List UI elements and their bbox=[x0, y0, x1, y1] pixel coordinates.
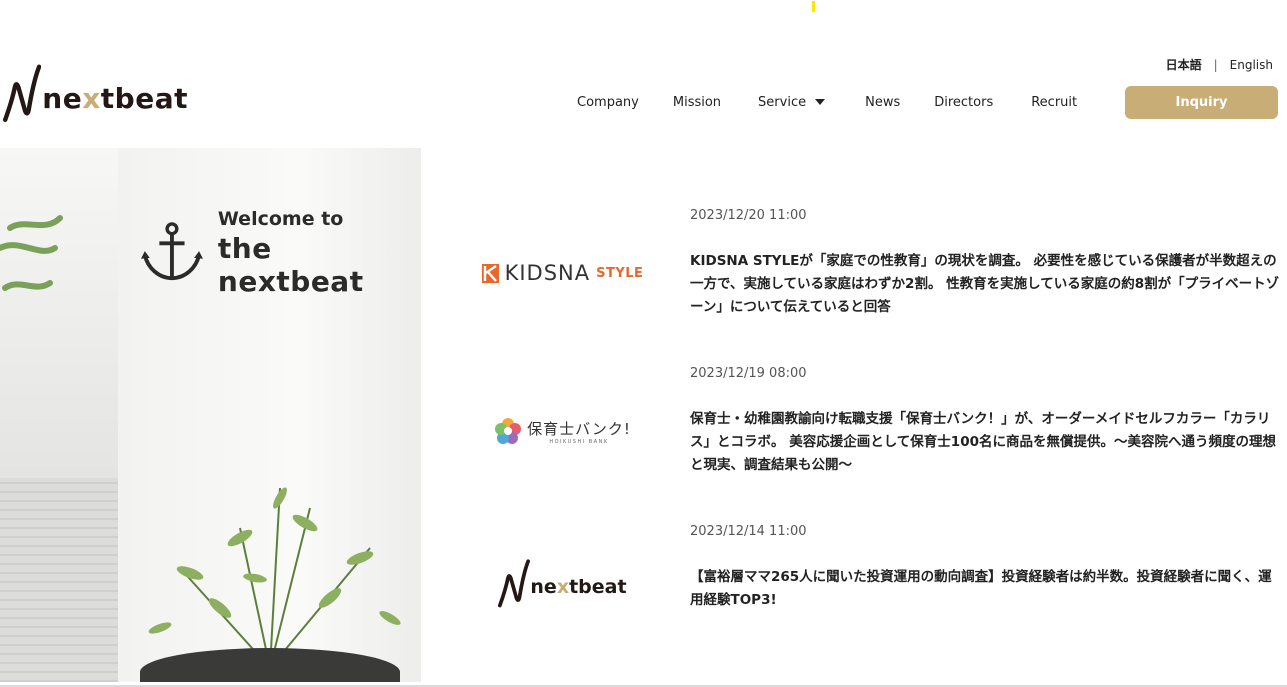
welcome-line-2: the nextbeat bbox=[217, 232, 364, 298]
language-switcher: 日本語 | English bbox=[1166, 56, 1273, 73]
news-title[interactable]: 保育士・幼稚園教諭向け転職支援「保育士バンク！」が、オーダーメイドセルフカラー「… bbox=[690, 408, 1280, 477]
anchor-icon bbox=[140, 222, 203, 281]
news-title[interactable]: 【富裕層ママ265人に聞いた投資運用の動向調査】投資経験者は約半数。投資経験者に… bbox=[690, 566, 1280, 612]
kidsna-name: KIDSNA bbox=[504, 261, 591, 285]
hero-floor bbox=[0, 478, 118, 682]
site-logo[interactable]: nextbeat bbox=[3, 54, 188, 134]
inquiry-button[interactable]: Inquiry bbox=[1125, 86, 1278, 119]
welcome-sign: Welcome to the nextbeat bbox=[140, 208, 421, 298]
news-date: 2023/12/14 11:00 bbox=[690, 524, 807, 539]
nav-news[interactable]: News bbox=[865, 95, 900, 110]
kidsna-style: STYLE bbox=[596, 265, 644, 281]
news-item[interactable]: KIDSNA STYLE 2023/12/20 11:00 KIDSNA STY… bbox=[470, 208, 1280, 338]
lang-separator: | bbox=[1213, 57, 1218, 72]
hoikushi-bank-name: 保育士バンク! bbox=[527, 419, 631, 438]
site-header: nextbeat 日本語 | English Company Mission S… bbox=[0, 0, 1287, 140]
kidsna-k-icon bbox=[481, 263, 499, 283]
chevron-down-icon bbox=[815, 99, 826, 105]
nav-service-label: Service bbox=[758, 94, 807, 110]
news-title[interactable]: KIDSNA STYLEが「家庭での性教育」の現状を調査。 必要性を感じている保… bbox=[690, 250, 1280, 319]
hero-image: Welcome to the nextbeat bbox=[0, 148, 421, 682]
news-item[interactable]: nextbeat 2023/12/14 11:00 【富裕層ママ265人に聞いた… bbox=[470, 524, 1280, 654]
logo-wordmark: nextbeat bbox=[42, 81, 188, 115]
hoikushi-bank-sub: HOIKUSHI BANK bbox=[549, 438, 609, 445]
flower-icon bbox=[495, 418, 522, 444]
lang-japanese[interactable]: 日本語 bbox=[1166, 56, 1202, 73]
welcome-line-1: Welcome to bbox=[217, 208, 344, 230]
leaf-plant-icon bbox=[0, 215, 63, 291]
lang-english[interactable]: English bbox=[1230, 58, 1273, 72]
kidsna-style-logo: KIDSNA STYLE bbox=[470, 243, 655, 303]
logo-n-mark-icon bbox=[3, 64, 42, 122]
nextbeat-wordmark: nextbeat bbox=[530, 576, 627, 598]
plant-icon bbox=[148, 487, 401, 668]
logo-n-mark-icon bbox=[498, 559, 531, 608]
nextbeat-logo: nextbeat bbox=[470, 554, 655, 614]
news-date: 2023/12/19 08:00 bbox=[690, 366, 807, 381]
nav-directors[interactable]: Directors bbox=[934, 95, 993, 110]
nav-company[interactable]: Company bbox=[577, 95, 639, 110]
nav-recruit[interactable]: Recruit bbox=[1031, 95, 1077, 110]
news-item[interactable]: 保育士バンク! HOIKUSHI BANK 2023/12/19 08:00 保… bbox=[470, 366, 1280, 496]
hoikushi-bank-logo: 保育士バンク! HOIKUSHI BANK bbox=[470, 401, 655, 461]
news-date: 2023/12/20 11:00 bbox=[690, 208, 807, 223]
nav-mission[interactable]: Mission bbox=[673, 95, 721, 110]
nav-service[interactable]: Service bbox=[758, 94, 826, 110]
main-nav: Company Mission Service News Directors R… bbox=[560, 86, 1111, 118]
